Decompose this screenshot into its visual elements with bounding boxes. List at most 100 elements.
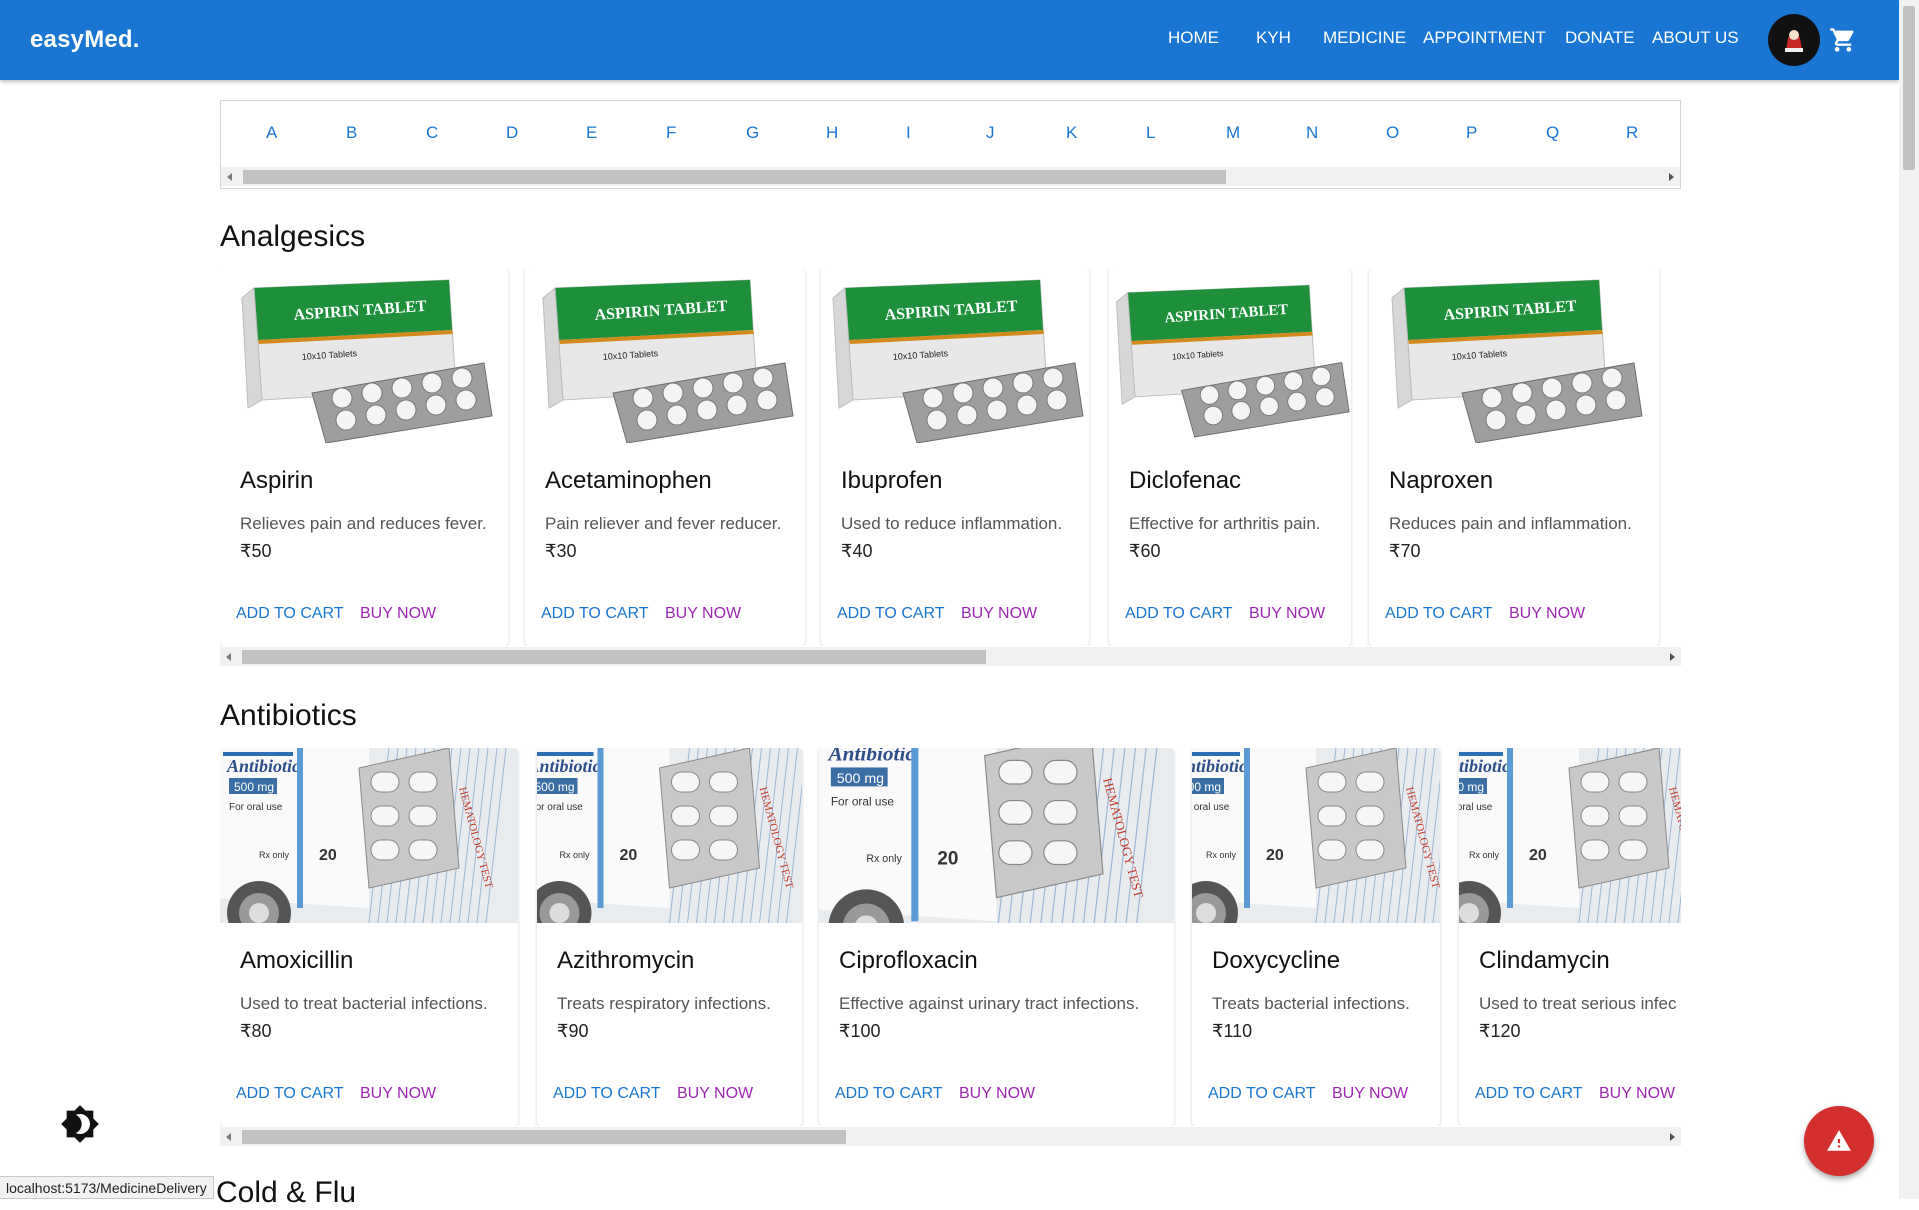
add-to-cart-button[interactable]: ADD TO CART (1208, 1085, 1316, 1103)
user-avatar[interactable] (1768, 14, 1820, 66)
avatar-image (1774, 20, 1814, 60)
add-to-cart-button[interactable]: ADD TO CART (1385, 605, 1493, 623)
scroll-right-arrow-icon[interactable] (1669, 173, 1674, 181)
scroll-left-arrow-icon[interactable] (227, 173, 232, 181)
nav-medicine[interactable]: MEDICINE (1323, 28, 1406, 48)
product-image[interactable]: HEMATOLOGY TESTAntibiotic500 mgFor oral … (819, 748, 1174, 966)
product-image[interactable]: HEMATOLOGY TESTAntibiotic500 mgFor oral … (1459, 748, 1681, 945)
buy-now-button[interactable]: BUY NOW (1599, 1085, 1675, 1103)
nav-appointment[interactable]: APPOINTMENT (1423, 28, 1546, 48)
nav-home[interactable]: HOME (1168, 28, 1219, 48)
nav-kyh[interactable]: KYH (1256, 28, 1291, 48)
svg-text:Rx only: Rx only (1206, 850, 1237, 860)
svg-text:Rx only: Rx only (1469, 850, 1500, 860)
status-bar-url: localhost:5173/MedicineDelivery (0, 1176, 214, 1199)
buy-now-button[interactable]: BUY NOW (1249, 605, 1325, 623)
scroll-right-arrow-icon[interactable] (1670, 653, 1675, 661)
product-name: Azithromycin (557, 947, 695, 974)
buy-now-button[interactable]: BUY NOW (665, 605, 741, 623)
analgesics-scrollbar[interactable] (220, 647, 1681, 666)
alphabet-letter-e[interactable]: E (586, 123, 597, 143)
alphabet-letter-l[interactable]: L (1146, 123, 1155, 143)
product-description: Used to reduce inflammation. (841, 514, 1063, 533)
dark-mode-icon[interactable] (60, 1104, 100, 1144)
add-to-cart-button[interactable]: ADD TO CART (236, 1085, 344, 1103)
product-image[interactable]: ASPIRIN TABLET 10x10 Tablets (1369, 268, 1659, 444)
product-name: Ciprofloxacin (839, 947, 978, 974)
alphabet-filter: A B C D E F G H I J K L M N O P Q R (220, 100, 1681, 189)
product-card: ASPIRIN TABLET 10x10 Tablets Diclofenac Eff… (1109, 268, 1351, 646)
buy-now-button[interactable]: BUY NOW (360, 605, 436, 623)
svg-text:20: 20 (1266, 847, 1284, 864)
alphabet-letter-a[interactable]: A (266, 123, 277, 143)
alphabet-letter-q[interactable]: Q (1546, 123, 1559, 143)
alphabet-letter-o[interactable]: O (1386, 123, 1399, 143)
svg-text:20: 20 (620, 847, 638, 864)
alphabet-letter-k[interactable]: K (1066, 123, 1077, 143)
product-name: Doxycycline (1212, 947, 1341, 974)
product-card: ASPIRIN TABLET 10x10 Tablets Aspirin Reliev… (220, 268, 508, 646)
alphabet-letter-g[interactable]: G (746, 123, 759, 143)
buy-now-button[interactable]: BUY NOW (959, 1085, 1035, 1103)
product-price: ₹60 (1129, 541, 1161, 561)
svg-text:Antibiotic: Antibiotic (226, 756, 300, 776)
main-nav: HOME KYH MEDICINE APPOINTMENT DONATE ABO… (0, 28, 1899, 52)
page-vertical-scrollbar[interactable] (1899, 0, 1919, 1199)
svg-text:Rx only: Rx only (560, 850, 591, 860)
alphabet-letter-h[interactable]: H (826, 123, 838, 143)
product-image[interactable]: HEMATOLOGY TESTAntibiotic500 mgFor oral … (220, 748, 518, 945)
add-to-cart-button[interactable]: ADD TO CART (1475, 1085, 1583, 1103)
buy-now-button[interactable]: BUY NOW (677, 1085, 753, 1103)
alphabet-scrollbar[interactable] (221, 167, 1680, 186)
buy-now-button[interactable]: BUY NOW (961, 605, 1037, 623)
nav-about-us[interactable]: ABOUT US (1652, 28, 1739, 48)
product-card: HEMATOLOGY TESTAntibiotic500 mgFor oral … (819, 748, 1174, 1126)
add-to-cart-button[interactable]: ADD TO CART (1125, 605, 1233, 623)
section-title-analgesics: Analgesics (220, 220, 366, 253)
product-image[interactable]: ASPIRIN TABLET 10x10 Tablets (220, 268, 508, 444)
analgesics-scroll-thumb[interactable] (242, 650, 986, 664)
alphabet-letter-d[interactable]: D (506, 123, 518, 143)
add-to-cart-button[interactable]: ADD TO CART (541, 605, 649, 623)
antibiotics-scroll-thumb[interactable] (242, 1130, 846, 1144)
product-image[interactable]: HEMATOLOGY TESTAntibiotic500 mgFor oral … (1192, 748, 1440, 945)
alphabet-letter-m[interactable]: M (1226, 123, 1240, 143)
nav-donate[interactable]: DONATE (1565, 28, 1635, 48)
add-to-cart-button[interactable]: ADD TO CART (835, 1085, 943, 1103)
svg-text:For oral use: For oral use (537, 802, 583, 813)
product-image[interactable]: HEMATOLOGY TESTAntibiotic500 mgFor oral … (537, 748, 802, 945)
product-description: Pain reliever and fever reducer. (545, 514, 782, 533)
add-to-cart-button[interactable]: ADD TO CART (236, 605, 344, 623)
alphabet-letter-b[interactable]: B (346, 123, 357, 143)
alphabet-letter-c[interactable]: C (426, 123, 438, 143)
svg-text:20: 20 (1529, 847, 1547, 864)
alphabet-letter-p[interactable]: P (1466, 123, 1477, 143)
buy-now-button[interactable]: BUY NOW (360, 1085, 436, 1103)
alphabet-letter-n[interactable]: N (1306, 123, 1318, 143)
add-to-cart-button[interactable]: ADD TO CART (837, 605, 945, 623)
emergency-fab[interactable] (1804, 1106, 1874, 1176)
alphabet-scroll-thumb[interactable] (243, 170, 1226, 184)
scroll-right-arrow-icon[interactable] (1670, 1133, 1675, 1141)
product-image[interactable]: ASPIRIN TABLET 10x10 Tablets (525, 268, 805, 444)
product-price: ₹80 (240, 1021, 272, 1041)
scroll-left-arrow-icon[interactable] (226, 653, 231, 661)
alphabet-letter-i[interactable]: I (906, 123, 911, 143)
alphabet-letter-r[interactable]: R (1626, 123, 1638, 143)
shopping-cart-icon[interactable] (1828, 26, 1858, 54)
alphabet-letter-f[interactable]: F (666, 123, 676, 143)
page-scrollbar-thumb[interactable] (1903, 6, 1915, 170)
product-price: ₹110 (1212, 1021, 1253, 1041)
product-card: HEMATOLOGY TESTAntibiotic500 mgFor oral … (537, 748, 802, 1126)
svg-text:Antibiotic: Antibiotic (537, 756, 601, 776)
product-image[interactable]: ASPIRIN TABLET 10x10 Tablets (1109, 268, 1351, 443)
product-image[interactable]: ASPIRIN TABLET 10x10 Tablets (821, 268, 1089, 444)
alphabet-letter-j[interactable]: J (986, 123, 995, 143)
svg-text:Rx only: Rx only (866, 853, 902, 865)
buy-now-button[interactable]: BUY NOW (1509, 605, 1585, 623)
buy-now-button[interactable]: BUY NOW (1332, 1085, 1408, 1103)
scroll-left-arrow-icon[interactable] (226, 1133, 231, 1141)
antibiotics-scrollbar[interactable] (220, 1127, 1681, 1146)
add-to-cart-button[interactable]: ADD TO CART (553, 1085, 661, 1103)
svg-text:20: 20 (319, 847, 337, 864)
